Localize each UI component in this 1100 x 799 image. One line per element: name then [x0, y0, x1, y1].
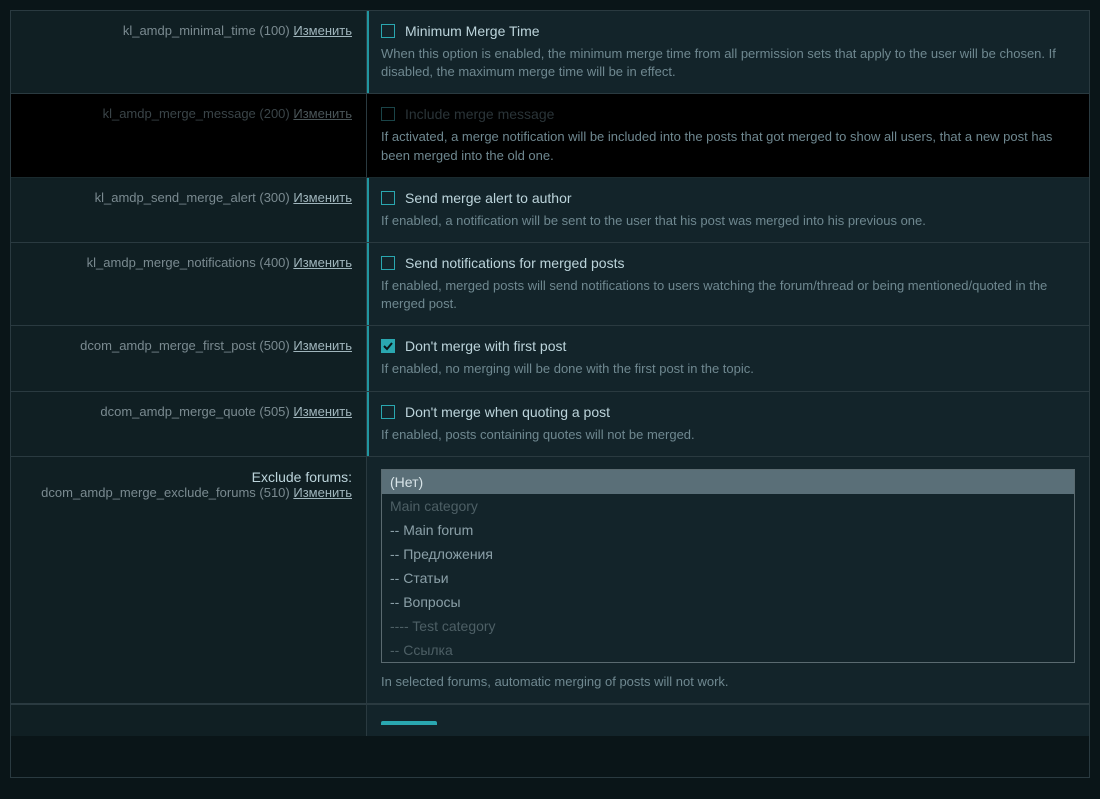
option-content: Include merge message If activated, a me…: [367, 94, 1089, 176]
option-key: dcom_amdp_merge_exclude_forums (510): [41, 485, 290, 500]
option-desc: If activated, a merge notification will …: [381, 128, 1075, 164]
footer-right: [367, 705, 1089, 736]
option-row: dcom_amdp_merge_quote (505) Изменить Don…: [11, 392, 1089, 457]
listbox-option[interactable]: (Нет): [382, 470, 1074, 494]
option-key-cell: kl_amdp_merge_message (200) Изменить: [11, 94, 367, 176]
option-title[interactable]: Minimum Merge Time: [405, 23, 540, 39]
exclude-desc: In selected forums, automatic merging of…: [381, 673, 1075, 691]
edit-link[interactable]: Изменить: [293, 190, 352, 205]
option-desc: If enabled, no merging will be done with…: [381, 360, 1075, 378]
option-desc: If enabled, posts containing quotes will…: [381, 426, 1075, 444]
checkbox-icon[interactable]: [381, 24, 395, 38]
edit-link[interactable]: Изменить: [293, 106, 352, 121]
edit-link[interactable]: Изменить: [293, 255, 352, 270]
listbox-option[interactable]: -- Статьи: [382, 566, 1074, 590]
option-title[interactable]: Don't merge with first post: [405, 338, 566, 354]
option-key: dcom_amdp_merge_first_post (500): [80, 338, 290, 353]
option-title[interactable]: Send notifications for merged posts: [405, 255, 624, 271]
checkbox-checked-icon[interactable]: [381, 339, 395, 353]
option-content: Send merge alert to author If enabled, a…: [367, 178, 1089, 242]
footer-left: [11, 705, 367, 736]
option-key: kl_amdp_send_merge_alert (300): [95, 190, 290, 205]
option-content: Minimum Merge Time When this option is e…: [367, 11, 1089, 93]
option-title[interactable]: Don't merge when quoting a post: [405, 404, 610, 420]
listbox-option: ---- Test category: [382, 614, 1074, 638]
option-desc: If enabled, a notification will be sent …: [381, 212, 1075, 230]
option-desc: If enabled, merged posts will send notif…: [381, 277, 1075, 313]
edit-link[interactable]: Изменить: [293, 23, 352, 38]
exclude-label: Exclude forums:: [25, 469, 352, 485]
save-button[interactable]: [381, 721, 437, 725]
option-content: Send notifications for merged posts If e…: [367, 243, 1089, 325]
option-key-cell: dcom_amdp_merge_quote (505) Изменить: [11, 392, 367, 456]
option-key: kl_amdp_merge_message (200): [103, 106, 290, 121]
option-title[interactable]: Send merge alert to author: [405, 190, 572, 206]
edit-link[interactable]: Изменить: [293, 485, 352, 500]
option-row: kl_amdp_minimal_time (100) Изменить Mini…: [11, 11, 1089, 94]
option-key-cell: kl_amdp_minimal_time (100) Изменить: [11, 11, 367, 93]
option-row: kl_amdp_merge_notifications (400) Измени…: [11, 243, 1089, 326]
option-key: kl_amdp_minimal_time (100): [123, 23, 290, 38]
checkbox-icon[interactable]: [381, 256, 395, 270]
forums-listbox[interactable]: (Нет)Main category-- Main forum-- Предло…: [381, 469, 1075, 663]
exclude-forums-row: Exclude forums: dcom_amdp_merge_exclude_…: [11, 457, 1089, 704]
option-key: kl_amdp_merge_notifications (400): [87, 255, 290, 270]
listbox-option: -- Ссылка: [382, 638, 1074, 662]
option-key-cell: kl_amdp_send_merge_alert (300) Изменить: [11, 178, 367, 242]
edit-link[interactable]: Изменить: [293, 338, 352, 353]
option-key: dcom_amdp_merge_quote (505): [100, 404, 289, 419]
option-title[interactable]: Include merge message: [405, 106, 554, 122]
checkbox-icon[interactable]: [381, 405, 395, 419]
option-key-cell: kl_amdp_merge_notifications (400) Измени…: [11, 243, 367, 325]
checkbox-icon[interactable]: [381, 107, 395, 121]
option-key-cell: dcom_amdp_merge_first_post (500) Изменит…: [11, 326, 367, 390]
option-row: dcom_amdp_merge_first_post (500) Изменит…: [11, 326, 1089, 391]
listbox-option[interactable]: -- Предложения: [382, 542, 1074, 566]
listbox-option: Main category: [382, 494, 1074, 518]
edit-link[interactable]: Изменить: [293, 404, 352, 419]
exclude-content: (Нет)Main category-- Main forum-- Предло…: [367, 457, 1089, 703]
listbox-option[interactable]: -- Вопросы: [382, 590, 1074, 614]
listbox-option[interactable]: -- Main forum: [382, 518, 1074, 542]
option-key-cell: Exclude forums: dcom_amdp_merge_exclude_…: [11, 457, 367, 703]
option-row: kl_amdp_merge_message (200) Изменить Inc…: [11, 94, 1089, 177]
option-content: Don't merge when quoting a post If enabl…: [367, 392, 1089, 456]
option-desc: When this option is enabled, the minimum…: [381, 45, 1075, 81]
checkbox-icon[interactable]: [381, 191, 395, 205]
option-content: Don't merge with first post If enabled, …: [367, 326, 1089, 390]
option-row: kl_amdp_send_merge_alert (300) Изменить …: [11, 178, 1089, 243]
footer-row: [11, 704, 1089, 736]
